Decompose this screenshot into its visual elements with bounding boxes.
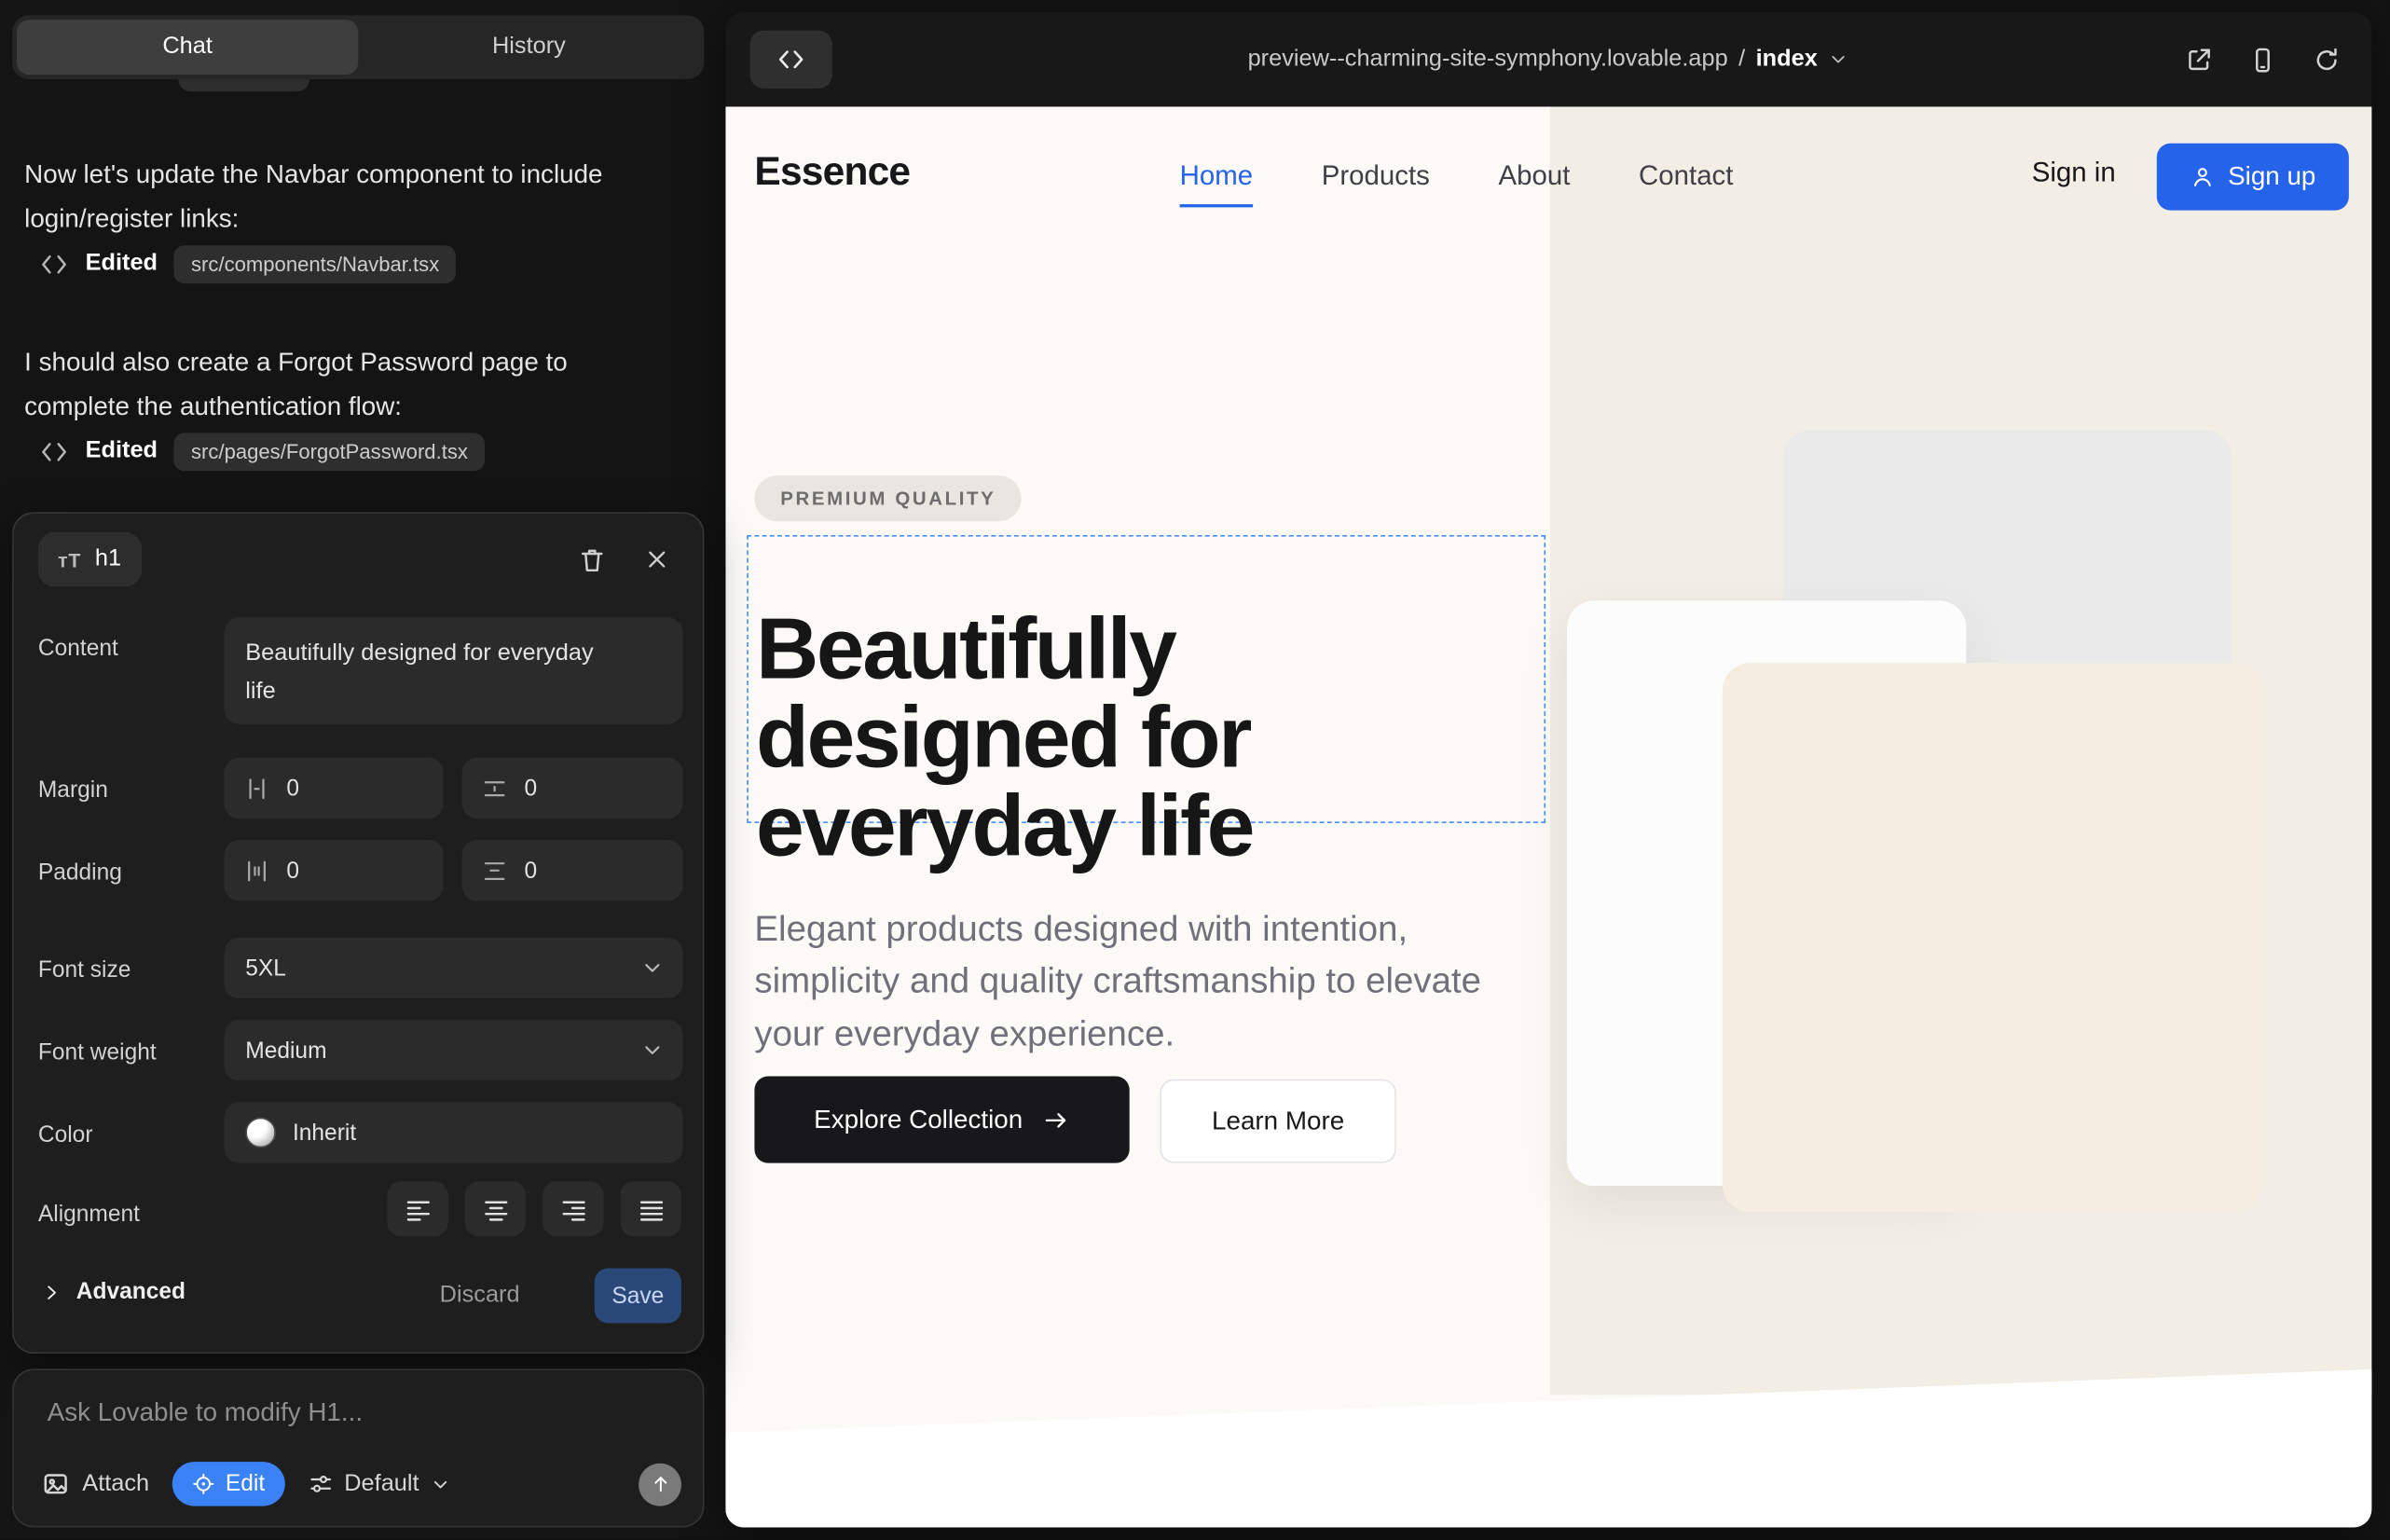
margin-y-icon: [482, 775, 508, 801]
premium-badge: PREMIUM QUALITY: [754, 475, 1022, 521]
alignment-label: Alignment: [38, 1202, 140, 1228]
prompt-input[interactable]: [44, 1395, 675, 1450]
open-external-icon[interactable]: [2184, 45, 2213, 74]
tab-history[interactable]: History: [358, 20, 699, 75]
padding-y-input[interactable]: 0: [461, 840, 682, 901]
margin-x-icon: [244, 775, 270, 801]
target-icon: [192, 1473, 215, 1496]
chat-message: Now let's update the Navbar component to…: [24, 154, 603, 241]
code-icon: [40, 249, 69, 278]
margin-label: Margin: [38, 777, 108, 804]
selected-element-pill[interactable]: тT h1: [38, 532, 141, 587]
edited-file-row: Edited src/components/Navbar.tsx: [40, 242, 457, 285]
font-size-label: Font size: [38, 957, 131, 983]
content-label: Content: [38, 636, 118, 662]
tab-chat[interactable]: Chat: [17, 20, 358, 75]
model-select[interactable]: Default: [308, 1470, 451, 1497]
nav-link-about[interactable]: About: [1499, 159, 1571, 191]
padding-x-input[interactable]: 0: [224, 840, 443, 901]
delete-element-button[interactable]: [570, 538, 613, 581]
send-button[interactable]: [639, 1463, 681, 1506]
sliders-icon: [308, 1471, 334, 1497]
color-label: Color: [38, 1122, 93, 1148]
site-logo[interactable]: Essence: [754, 148, 910, 196]
explore-collection-button[interactable]: Explore Collection: [754, 1076, 1129, 1162]
chat-composer: Attach Edit Default: [12, 1368, 704, 1527]
file-chip[interactable]: src/components/Navbar.tsx: [174, 244, 456, 282]
file-chip[interactable]: src/pages/ForgotPassword.tsx: [174, 433, 485, 471]
chat-panel: Chat History Now let's update the Navbar…: [0, 0, 725, 1540]
close-editor-button[interactable]: [636, 538, 679, 581]
selected-h1-outline[interactable]: Beautifully designed for everyday life: [747, 535, 1545, 823]
nav-link-contact[interactable]: Contact: [1639, 159, 1733, 191]
align-center-button[interactable]: [465, 1181, 526, 1236]
decorative-card-beige: [1723, 663, 2260, 1212]
nav-link-home[interactable]: Home: [1180, 159, 1254, 191]
edited-label: Edited: [86, 437, 158, 464]
padding-y-icon: [482, 858, 508, 884]
edited-label: Edited: [86, 250, 158, 277]
save-button[interactable]: Save: [595, 1268, 681, 1323]
align-right-button[interactable]: [543, 1181, 603, 1236]
margin-y-input[interactable]: 0: [461, 758, 682, 818]
browser-toolbar: preview--charming-site-symphony.lovable.…: [725, 12, 2371, 106]
chevron-down-icon: [640, 956, 665, 980]
hero-heading[interactable]: Beautifully designed for everyday life: [756, 605, 1518, 871]
image-attach-icon: [41, 1469, 70, 1498]
nav-link-products[interactable]: Products: [1322, 159, 1430, 191]
typography-icon: тT: [58, 548, 81, 571]
element-tag-label: h1: [95, 545, 121, 572]
composer-toolbar: Attach Edit Default: [41, 1462, 681, 1506]
preview-url: preview--charming-site-symphony.lovable.…: [1248, 46, 1728, 73]
arrow-right-icon: [1042, 1106, 1069, 1133]
diagonal-section-divider: [725, 1361, 2371, 1527]
refresh-icon[interactable]: [2313, 45, 2342, 74]
panel-tabs: Chat History: [12, 15, 704, 79]
hero-paragraph: Elegant products designed with intention…: [754, 901, 1498, 1059]
edited-file-row: Edited src/pages/ForgotPassword.tsx: [40, 430, 485, 473]
preview-frame: preview--charming-site-symphony.lovable.…: [725, 12, 2371, 1527]
align-left-button[interactable]: [387, 1181, 447, 1236]
color-select[interactable]: Inherit: [224, 1102, 682, 1162]
color-swatch: [245, 1118, 276, 1148]
chevron-down-icon: [430, 1473, 451, 1494]
attach-button[interactable]: Attach: [41, 1469, 149, 1498]
site-navbar: Essence Home Products About Contact Sign…: [725, 106, 2371, 243]
toolbar-actions: [2184, 12, 2341, 106]
chevron-down-icon: [640, 1038, 665, 1063]
chevron-down-icon: [1828, 48, 1849, 70]
advanced-toggle[interactable]: Advanced: [41, 1279, 185, 1305]
current-page: index: [1756, 46, 1818, 73]
edit-mode-button[interactable]: Edit: [172, 1462, 285, 1506]
app-window: Chat History Now let's update the Navbar…: [0, 0, 2390, 1540]
font-weight-select[interactable]: Medium: [224, 1020, 682, 1080]
sign-in-link[interactable]: Sign in: [2032, 157, 2116, 188]
element-editor-card: тT h1 Content Beautifully designed for e…: [12, 512, 704, 1354]
nav-links: Home Products About Contact: [1180, 106, 1734, 243]
mobile-view-icon[interactable]: [2248, 45, 2277, 74]
url-separator: /: [1738, 46, 1745, 73]
font-size-select[interactable]: 5XL: [224, 938, 682, 998]
discard-button[interactable]: Discard: [440, 1282, 520, 1309]
learn-more-button[interactable]: Learn More: [1160, 1079, 1395, 1163]
padding-x-icon: [244, 858, 270, 884]
align-justify-button[interactable]: [621, 1181, 681, 1236]
content-input[interactable]: Beautifully designed for everyday life: [224, 617, 682, 723]
font-weight-label: Font weight: [38, 1039, 157, 1066]
url-breadcrumb[interactable]: preview--charming-site-symphony.lovable.…: [969, 12, 2128, 106]
margin-x-input[interactable]: 0: [224, 758, 443, 818]
padding-label: Padding: [38, 859, 122, 886]
user-icon: [2190, 165, 2214, 189]
code-icon: [40, 436, 69, 465]
site-preview: Essence Home Products About Contact Sign…: [725, 106, 2371, 1527]
sign-up-button[interactable]: Sign up: [2157, 144, 2349, 211]
chat-message: I should also create a Forgot Password p…: [24, 341, 603, 428]
code-view-toggle[interactable]: [750, 31, 832, 89]
